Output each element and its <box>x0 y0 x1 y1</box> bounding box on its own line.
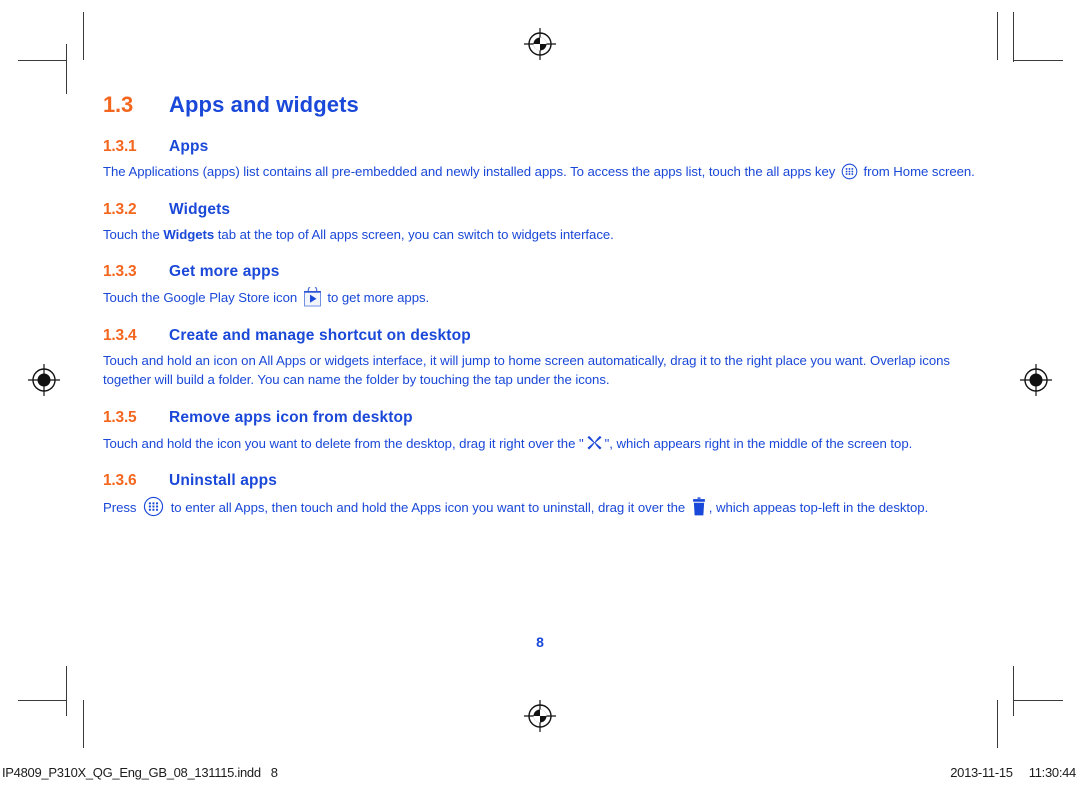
section-title: Create and manage shortcut on desktop <box>169 326 471 344</box>
section-heading: 1.3.5 Remove apps icon from desktop <box>103 409 977 427</box>
section-body: Touch and hold the icon you want to dele… <box>103 433 977 454</box>
section-body: Touch the Widgets tab at the top of All … <box>103 225 977 245</box>
section-number: 1.3.5 <box>103 408 137 426</box>
section-heading: 1.3.3 Get more apps <box>103 263 977 281</box>
section-body-bold: Widgets <box>163 226 215 242</box>
section-body-post: ", which appears right in the middle of … <box>604 435 913 451</box>
section-heading: 1.3.1 Apps <box>103 138 977 156</box>
section-heading: 1.3.6 Uninstall apps <box>103 472 977 490</box>
section-body-pre: Touch the Google Play Store icon <box>103 290 301 305</box>
section-number: 1.3.2 <box>103 200 137 218</box>
all-apps-icon <box>841 163 858 180</box>
footer-page-number: 8 <box>270 765 278 780</box>
print-footer: IP4809_P310X_QG_Eng_GB_08_131115.indd 8 2… <box>0 765 1080 785</box>
manual-page: 1.3 Apps and widgets 1.3.1 Apps The Appl… <box>0 0 1080 789</box>
page-number: 8 <box>536 634 544 650</box>
remove-x-icon <box>585 433 604 452</box>
section-body: Press to enter all Apps, then touch and … <box>103 496 977 518</box>
chapter-title: Apps and widgets <box>169 92 359 117</box>
section-heading: 1.3.4 Create and manage shortcut on desk… <box>103 327 977 345</box>
all-apps-icon <box>143 496 164 517</box>
section-body: Touch and hold an icon on All Apps or wi… <box>103 352 950 388</box>
section-1-3-6: 1.3.6 Uninstall apps Press to enter all … <box>103 472 977 518</box>
section-body-post: from Home screen. <box>859 164 975 179</box>
section-title: Widgets <box>169 200 231 218</box>
section-1-3-2: 1.3.2 Widgets Touch the Widgets tab at t… <box>103 201 977 245</box>
section-number: 1.3.1 <box>103 138 137 155</box>
section-body: The Applications (apps) list contains al… <box>103 162 977 182</box>
section-body-post: to get more apps. <box>323 290 430 305</box>
section-body-pre: The Applications (apps) list contains al… <box>103 164 839 179</box>
section-number: 1.3.6 <box>103 472 137 489</box>
section-body-post: tab at the top of All apps screen, you c… <box>214 226 614 242</box>
section-body-pre: Press <box>103 500 141 515</box>
section-title: Remove apps icon from desktop <box>169 408 413 426</box>
section-number: 1.3.4 <box>103 326 137 344</box>
section-body-mid: to enter all Apps, then touch and hold t… <box>167 500 689 515</box>
footer-timestamp: 2013-11-15 11:30:44 <box>950 765 1076 780</box>
section-1-3-3: 1.3.3 Get more apps Touch the Google Pla… <box>103 263 977 308</box>
footer-filename: IP4809_P310X_QG_Eng_GB_08_131115.indd <box>2 765 261 780</box>
section-1-3-1: 1.3.1 Apps The Applications (apps) list … <box>103 138 977 182</box>
footer-file-info: IP4809_P310X_QG_Eng_GB_08_131115.indd 8 <box>2 765 278 780</box>
google-play-store-icon <box>303 287 322 307</box>
section-body: Touch the Google Play Store icon to get … <box>103 287 977 308</box>
section-body-post: , which appeas top-left in the desktop. <box>708 500 929 515</box>
section-number: 1.3.3 <box>103 263 137 280</box>
footer-date: 2013-11-15 <box>950 765 1013 780</box>
section-heading: 1.3.2 Widgets <box>103 201 977 219</box>
section-title: Uninstall apps <box>169 472 278 489</box>
footer-time: 11:30:44 <box>1028 765 1077 780</box>
page-content: 1.3 Apps and widgets 1.3.1 Apps The Appl… <box>103 92 977 537</box>
trash-can-icon <box>691 497 707 516</box>
section-body-pre: Touch the <box>103 226 164 242</box>
chapter-number: 1.3 <box>103 92 133 117</box>
chapter-heading: 1.3 Apps and widgets <box>103 92 977 118</box>
section-body-pre: Touch and hold the icon you want to dele… <box>103 435 584 451</box>
section-1-3-4: 1.3.4 Create and manage shortcut on desk… <box>103 327 977 390</box>
section-1-3-5: 1.3.5 Remove apps icon from desktop Touc… <box>103 409 977 454</box>
section-title: Apps <box>169 138 209 155</box>
section-title: Get more apps <box>169 263 280 280</box>
